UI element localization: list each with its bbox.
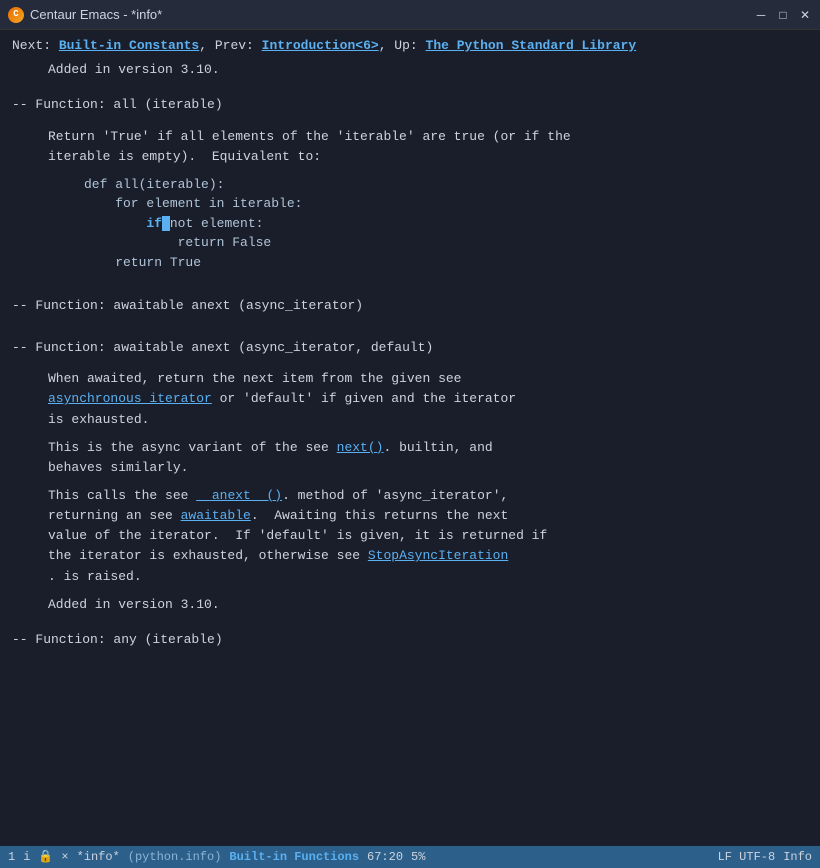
- nav-line: Next: Built-in Constants, Prev: Introduc…: [12, 36, 808, 56]
- app-logo: C: [8, 7, 24, 23]
- func-anext1-header: -- Function: awaitable anext (async_iter…: [12, 296, 808, 316]
- para-3: This calls the see __anext__(). method o…: [12, 486, 808, 587]
- func-any-header: -- Function: any (iterable): [12, 630, 808, 650]
- status-icon-x: ×: [61, 848, 68, 866]
- code-line-5: return True: [84, 253, 808, 273]
- close-button[interactable]: ✕: [798, 8, 812, 22]
- status-filename: *info*: [77, 848, 120, 866]
- status-position: 67:20: [367, 848, 403, 866]
- content-area: Next: Built-in Constants, Prev: Introduc…: [0, 30, 820, 846]
- para-1: When awaited, return the next item from …: [12, 369, 808, 429]
- code-block-all: def all(iterable): for element in iterab…: [12, 175, 808, 273]
- func-all-desc: Return 'True' if all elements of the 'it…: [12, 127, 808, 167]
- status-line-num: 1: [8, 848, 15, 866]
- line-number: 1: [8, 848, 15, 866]
- title-bar: C Centaur Emacs - *info* ─ □ ✕: [0, 0, 820, 30]
- nav-next-link[interactable]: Built-in Constants: [59, 38, 199, 53]
- status-encoding: LF UTF-8: [718, 848, 776, 866]
- link-anext-method[interactable]: __anext__(): [196, 488, 282, 503]
- link-awaitable[interactable]: awaitable: [181, 508, 251, 523]
- status-info-label: Info: [783, 848, 812, 866]
- nav-up-link[interactable]: The Python Standard Library: [426, 38, 637, 53]
- code-line-4: return False: [84, 233, 808, 253]
- status-python-mode: (python.info): [128, 848, 222, 866]
- nav-sep2: , Up:: [379, 38, 426, 53]
- window-title: Centaur Emacs - *info*: [30, 5, 162, 25]
- link-async-iterator[interactable]: asynchronous iterator: [48, 391, 212, 406]
- para-2: This is the async variant of the see nex…: [12, 438, 808, 478]
- window-controls[interactable]: ─ □ ✕: [754, 8, 812, 22]
- added-version-1: Added in version 3.10.: [12, 60, 808, 80]
- minimize-button[interactable]: ─: [754, 8, 768, 22]
- status-percent: 5%: [411, 848, 425, 866]
- code-line-2: for element in iterable:: [84, 194, 808, 214]
- nav-sep1: , Prev:: [199, 38, 261, 53]
- link-stop-async[interactable]: StopAsyncIteration: [368, 548, 508, 563]
- maximize-button[interactable]: □: [776, 8, 790, 22]
- status-bar: 1 i 🔒 × *info* (python.info) Built-in Fu…: [0, 846, 820, 868]
- code-line-1: def all(iterable):: [84, 175, 808, 195]
- nav-prev-link[interactable]: Introduction<6>: [262, 38, 379, 53]
- status-icon-i: i: [23, 848, 30, 866]
- code-line-3: if not element:: [84, 214, 808, 234]
- link-next[interactable]: next(): [337, 440, 384, 455]
- func-all-header: -- Function: all (iterable): [12, 95, 808, 115]
- func-anext2-header: -- Function: awaitable anext (async_iter…: [12, 338, 808, 358]
- added-version-2: Added in version 3.10.: [12, 595, 808, 615]
- status-major-mode: Built-in Functions: [229, 848, 359, 866]
- status-icon-lock: 🔒: [38, 848, 53, 866]
- nav-next-label: Next:: [12, 38, 59, 53]
- title-bar-left: C Centaur Emacs - *info*: [8, 5, 162, 25]
